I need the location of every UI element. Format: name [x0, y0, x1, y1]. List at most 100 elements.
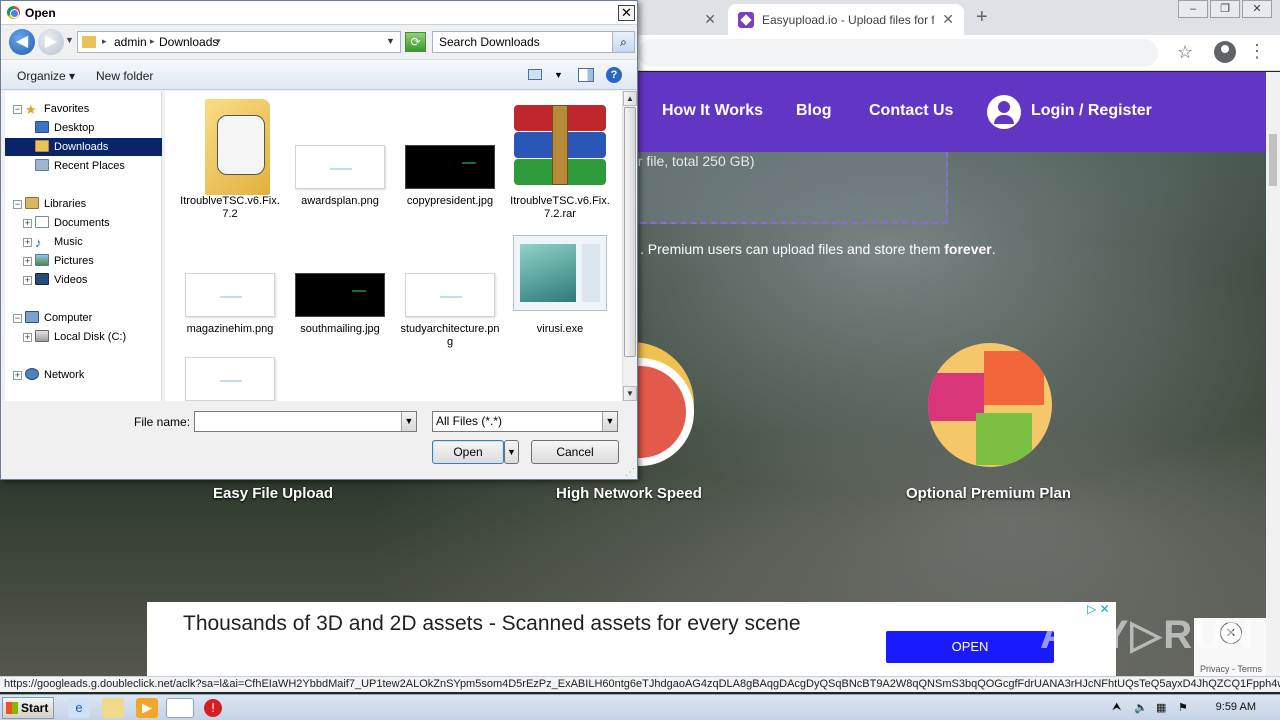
nav-blog[interactable]: Blog: [796, 102, 832, 120]
help-icon[interactable]: ?: [606, 67, 622, 83]
file-copypresident[interactable]: copypresident.jpg: [400, 91, 500, 231]
nav-contact[interactable]: Contact Us: [869, 102, 953, 120]
volume-icon[interactable]: 🔈: [1134, 701, 1148, 714]
privacy-terms-text[interactable]: Privacy - Terms: [1200, 664, 1262, 674]
ad-open-button[interactable]: OPEN: [886, 631, 1054, 663]
refresh-button[interactable]: ⟳: [405, 32, 426, 52]
page-scrollbar-thumb[interactable]: [1269, 134, 1277, 186]
start-button[interactable]: Start: [2, 697, 54, 719]
file-name-input[interactable]: ▼: [194, 411, 417, 432]
user-avatar-icon[interactable]: [987, 95, 1021, 129]
chrome-taskbar-icon[interactable]: [166, 698, 194, 718]
flag-icon[interactable]: ⚑: [1178, 701, 1188, 714]
tree-computer[interactable]: Computer: [25, 309, 92, 327]
tree-documents[interactable]: Documents: [35, 214, 110, 232]
scroll-up-icon[interactable]: ▲: [623, 91, 637, 106]
file-type-dropdown-icon[interactable]: ▼: [602, 412, 617, 431]
internet-explorer-icon[interactable]: e: [68, 698, 90, 718]
scroll-down-icon[interactable]: ▼: [623, 386, 637, 401]
tray-expand-icon[interactable]: ⮝: [1112, 701, 1121, 714]
tree-pictures[interactable]: Pictures: [35, 252, 94, 270]
ad-banner[interactable]: Thousands of 3D and 2D assets - Scanned …: [147, 602, 1116, 676]
file-type-select[interactable]: All Files (*.*) ▼: [432, 411, 618, 432]
tab-close-icon[interactable]: ✕: [704, 11, 716, 28]
preview-pane-icon[interactable]: [578, 68, 594, 82]
back-button[interactable]: ◀: [9, 29, 35, 55]
minimize-button[interactable]: ‒: [1178, 0, 1208, 18]
expand-network-icon[interactable]: +: [13, 371, 22, 380]
address-dropdown-icon[interactable]: ▼: [386, 36, 395, 46]
tree-network[interactable]: Network: [25, 366, 84, 384]
file-list-scrollbar[interactable]: ▲ ▼: [622, 91, 637, 401]
tree-music[interactable]: ♪ Music: [35, 233, 83, 251]
tree-recent-places[interactable]: Recent Places: [35, 157, 125, 175]
close-window-button[interactable]: ✕: [1242, 0, 1272, 18]
tab-close-icon[interactable]: ✕: [942, 11, 954, 28]
history-dropdown-icon[interactable]: ▼: [65, 35, 74, 45]
maximize-button[interactable]: ❐: [1210, 0, 1240, 18]
collapse-libraries-icon[interactable]: −: [13, 200, 22, 209]
file-virusi-exe[interactable]: virusi.exe: [510, 235, 610, 351]
expand-local-disk-icon[interactable]: +: [23, 333, 32, 342]
menu-dots-icon[interactable]: ⋮: [1248, 41, 1266, 62]
resize-grip-icon[interactable]: ⋰: [625, 467, 635, 478]
nav-how-it-works[interactable]: How It Works: [662, 102, 763, 120]
page-scrollbar[interactable]: [1266, 72, 1280, 676]
breadcrumb-arrow-icon[interactable]: ▸: [150, 36, 155, 47]
network-tray-icon[interactable]: ▦: [1156, 701, 1166, 714]
breadcrumb-arrow-icon[interactable]: ▾: [216, 36, 221, 47]
file-folder-itroublvetsc[interactable]: ItroublveTSC.v6.Fix.7.2: [180, 91, 280, 231]
media-player-icon[interactable]: ▶: [136, 698, 158, 718]
tree-desktop[interactable]: Desktop: [35, 119, 94, 137]
file-magazinehim[interactable]: magazinehim.png: [180, 241, 280, 351]
expand-music-icon[interactable]: +: [23, 238, 32, 247]
nav-login-register[interactable]: Login / Register: [1031, 102, 1152, 120]
open-options-dropdown-icon[interactable]: ▼: [504, 440, 519, 464]
dialog-close-button[interactable]: ✕: [618, 5, 635, 21]
collapse-favorites-icon[interactable]: −: [13, 105, 22, 114]
breadcrumb-arrow-icon[interactable]: ▸: [102, 36, 107, 47]
tab-easyupload[interactable]: Easyupload.io - Upload files for free ✕: [728, 4, 964, 35]
file-name-dropdown-icon[interactable]: ▼: [401, 412, 416, 431]
change-view-icon[interactable]: [528, 69, 542, 80]
file-name: ItroublveTSC.v6.Fix.7.2.rar: [510, 195, 610, 220]
expand-pictures-icon[interactable]: +: [23, 257, 32, 266]
organize-button[interactable]: Organize ▾: [17, 69, 75, 83]
breadcrumb-admin[interactable]: admin: [114, 35, 147, 49]
ad-headline[interactable]: Thousands of 3D and 2D assets - Scanned …: [183, 610, 823, 638]
breadcrumb-bar[interactable]: ▸ admin ▸ Downloads ▾ ▼: [77, 31, 401, 53]
file-southmailing[interactable]: southmailing.jpg: [290, 241, 390, 351]
collapse-computer-icon[interactable]: −: [13, 314, 22, 323]
file-list-scrollbar-thumb[interactable]: [624, 107, 636, 357]
expand-videos-icon[interactable]: +: [23, 276, 32, 285]
warning-app-icon[interactable]: !: [204, 699, 222, 717]
new-tab-button[interactable]: +: [976, 6, 988, 29]
tree-videos[interactable]: Videos: [35, 271, 87, 289]
cancel-button[interactable]: Cancel: [531, 440, 619, 464]
clock[interactable]: 9:59 AM: [1216, 701, 1256, 713]
search-icon[interactable]: ⌕: [612, 32, 634, 52]
view-dropdown-icon[interactable]: ▼: [554, 70, 563, 80]
forward-button[interactable]: ▶: [38, 29, 64, 55]
address-bar[interactable]: [638, 39, 1158, 67]
link-status-bar: https://googleads.g.doubleclick.net/aclk…: [0, 676, 1280, 692]
new-folder-button[interactable]: New folder: [96, 69, 153, 83]
bookmark-star-icon[interactable]: ☆: [1177, 42, 1193, 63]
tree-favorites[interactable]: ★ Favorites: [25, 100, 89, 118]
file-studyarchitecture[interactable]: studyarchitecture.png: [400, 241, 500, 351]
profile-icon[interactable]: [1214, 41, 1236, 63]
expand-documents-icon[interactable]: +: [23, 219, 32, 228]
dialog-titlebar[interactable]: Open ✕: [1, 1, 637, 25]
tree-downloads[interactable]: Downloads: [5, 138, 162, 156]
file-awardsplan[interactable]: awardsplan.png: [290, 91, 390, 231]
open-button[interactable]: Open: [432, 440, 504, 464]
file-itroublvetsc-rar[interactable]: ItroublveTSC.v6.Fix.7.2.rar: [510, 91, 610, 231]
tree-libraries[interactable]: Libraries: [25, 195, 86, 213]
breadcrumb-downloads[interactable]: Downloads: [159, 35, 218, 49]
file-explorer-icon[interactable]: [102, 698, 124, 718]
winrar-archive-icon: [514, 105, 606, 185]
file-partial[interactable]: [180, 353, 280, 401]
tree-local-disk[interactable]: Local Disk (C:): [35, 328, 126, 346]
folder-icon: [82, 36, 96, 48]
search-input[interactable]: Search Downloads ⌕: [432, 31, 635, 53]
